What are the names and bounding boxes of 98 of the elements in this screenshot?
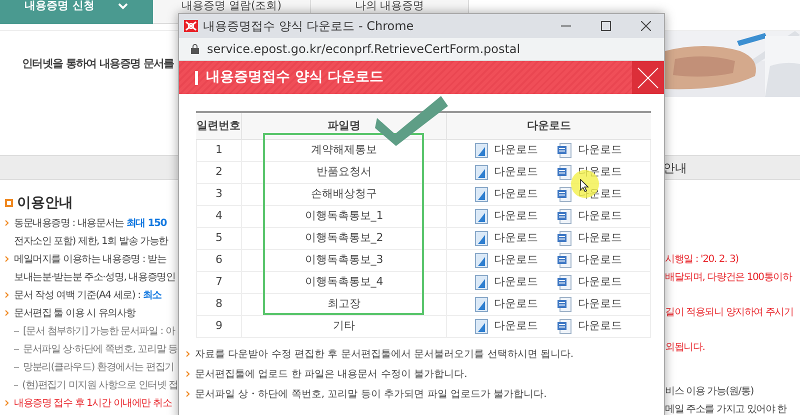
- document-icon: [557, 209, 572, 224]
- download-link[interactable]: 다운로드: [475, 208, 538, 225]
- chevron-bullet-icon: [5, 292, 9, 298]
- file-name: 이행독촉통보_1: [241, 206, 446, 227]
- document-icon: [475, 187, 488, 202]
- document-icon: [557, 143, 572, 158]
- note-text: 문서편집툴에 업로드 한 파일은 내용문서 수정이 불가합니다.: [195, 368, 468, 382]
- maximize-icon[interactable]: [601, 21, 611, 31]
- notice-text: 외됩니다.: [665, 341, 705, 355]
- row-number: 6: [214, 252, 224, 268]
- row-number: 5: [214, 230, 224, 246]
- file-name: 손해배상청구: [241, 184, 446, 205]
- chevron-down-icon: [118, 3, 128, 10]
- document-icon: [557, 319, 572, 334]
- download-link[interactable]: 다운로드: [475, 186, 538, 203]
- download-link[interactable]: 다운로드: [557, 274, 622, 291]
- document-icon: [557, 231, 572, 246]
- download-link[interactable]: 다운로드: [475, 274, 538, 291]
- guide-text: 보내는분·받는분 주소·성명, 내용증명인: [14, 270, 176, 284]
- popup-close-button[interactable]: [632, 61, 664, 94]
- document-icon: [475, 143, 488, 158]
- notice-text: 배달되며, 다량건은 100통이하: [665, 271, 792, 285]
- row-number: 1: [214, 142, 224, 158]
- download-link[interactable]: 다운로드: [557, 318, 622, 335]
- download-link[interactable]: 다운로드: [475, 164, 538, 181]
- guide-text: [문서 첨부하기] 가능한 문서파일 : 아: [23, 324, 175, 338]
- dash-bullet-icon: [14, 330, 19, 332]
- guide-text: 문서편집 툴 이용 시 유의사항: [14, 306, 136, 320]
- row-number: 3: [214, 186, 224, 202]
- section-tab[interactable]: 안내: [663, 158, 800, 176]
- lock-icon: [191, 44, 199, 54]
- note-text: 문서파일 상・하단에 쪽번호, 꼬리말 등이 추가되면 파일 업로드가 불가합니다.: [195, 388, 547, 402]
- notice-text: 메일 주소를 가지고 있어야 한: [665, 403, 787, 415]
- download-link[interactable]: 다운로드: [557, 296, 622, 313]
- intro-text: 인터넷을 통하여 내용증명 문서를: [22, 56, 174, 72]
- download-link[interactable]: 다운로드: [557, 230, 622, 247]
- notice-text: 길이 적용되니 양지하여 주시기: [665, 306, 794, 320]
- guide-title: 이용안내: [17, 194, 73, 212]
- document-icon: [475, 231, 488, 246]
- column-header: 다운로드: [446, 113, 651, 139]
- square-bullet-icon: [5, 199, 13, 207]
- close-icon[interactable]: [641, 21, 651, 31]
- document-icon: [557, 165, 572, 180]
- document-icon: [475, 165, 488, 180]
- chevron-bullet-icon: [5, 400, 9, 406]
- guide-text: 메일머지를 이용하는 내용증명 : 받는: [14, 252, 166, 266]
- dash-bullet-icon: [14, 348, 19, 350]
- popup-title: 내용증명접수 양식 다운로드: [206, 68, 384, 87]
- file-name: 이행독촉통보_4: [241, 272, 446, 293]
- download-link[interactable]: 다운로드: [475, 142, 538, 159]
- post-logo-icon: [184, 20, 198, 32]
- document-icon: [557, 253, 572, 268]
- document-icon: [557, 187, 572, 202]
- chevron-bullet-icon: [186, 391, 190, 397]
- chevron-bullet-icon: [186, 351, 190, 357]
- url-text: service.epost.go.kr/econprf.RetrieveCertForm.postal: [207, 41, 520, 58]
- guide-text: 문서 작성 여백 기준(A4 세로) : 최소: [14, 288, 162, 302]
- document-icon: [475, 297, 488, 312]
- guide-text: 망분리(클라우드) 환경에서는 편집기: [23, 360, 174, 374]
- file-name: 이행독촉통보_3: [241, 250, 446, 271]
- download-link[interactable]: 다운로드: [475, 296, 538, 313]
- notice-text: 시행일 : '20. 2. 3): [665, 253, 738, 267]
- download-link[interactable]: 다운로드: [475, 252, 538, 269]
- document-icon: [557, 275, 572, 290]
- document-icon: [557, 297, 572, 312]
- document-icon: [475, 209, 488, 224]
- download-link[interactable]: 다운로드: [475, 318, 538, 335]
- row-number: 2: [214, 164, 224, 180]
- chevron-bullet-icon: [5, 256, 9, 262]
- row-number: 7: [214, 274, 224, 290]
- chevron-bullet-icon: [186, 371, 190, 377]
- chevron-bullet-icon: [5, 310, 9, 316]
- guide-text: 문서파일 상·하단에 쪽번호, 꼬리말 등: [23, 342, 178, 356]
- download-link[interactable]: 다운로드: [475, 230, 538, 247]
- guide-text: (현)편집기 미지원 사항으로 인터넷 접: [22, 378, 178, 392]
- document-icon: [475, 275, 488, 290]
- guide-text: 내용증명 접수 후 1시간 이내에만 취소: [14, 396, 172, 410]
- guide-text: 전자소인 포함) 제한, 1회 발송 가능한: [14, 234, 168, 248]
- dash-bullet-icon: [14, 384, 18, 386]
- file-name: 반품요청서: [241, 162, 446, 183]
- row-number: 8: [214, 296, 224, 312]
- guide-text: 동문내용증명 : 내용문서는 최대 150: [14, 216, 167, 230]
- notice-text: 비스 이용 가능(원/통): [665, 385, 754, 399]
- chevron-bullet-icon: [5, 220, 9, 226]
- row-number: 9: [214, 318, 224, 334]
- file-name: 최고장: [241, 294, 446, 315]
- close-icon: [637, 66, 659, 88]
- dash-bullet-icon: [14, 366, 19, 368]
- row-number: 4: [214, 208, 224, 224]
- document-icon: [475, 253, 488, 268]
- column-header: 일련번호: [196, 118, 241, 134]
- note-text: 자료를 다운받아 수정 편집한 후 문서편집툴에서 문서불러오기를 선택하시면 됩니다.: [195, 348, 574, 362]
- file-name: 기타: [241, 316, 446, 337]
- file-name: 이행독촉통보_2: [241, 228, 446, 249]
- download-link[interactable]: 다운로드: [557, 252, 622, 269]
- download-link[interactable]: 다운로드: [557, 208, 622, 225]
- download-link[interactable]: 다운로드: [557, 142, 622, 159]
- document-icon: [475, 319, 488, 334]
